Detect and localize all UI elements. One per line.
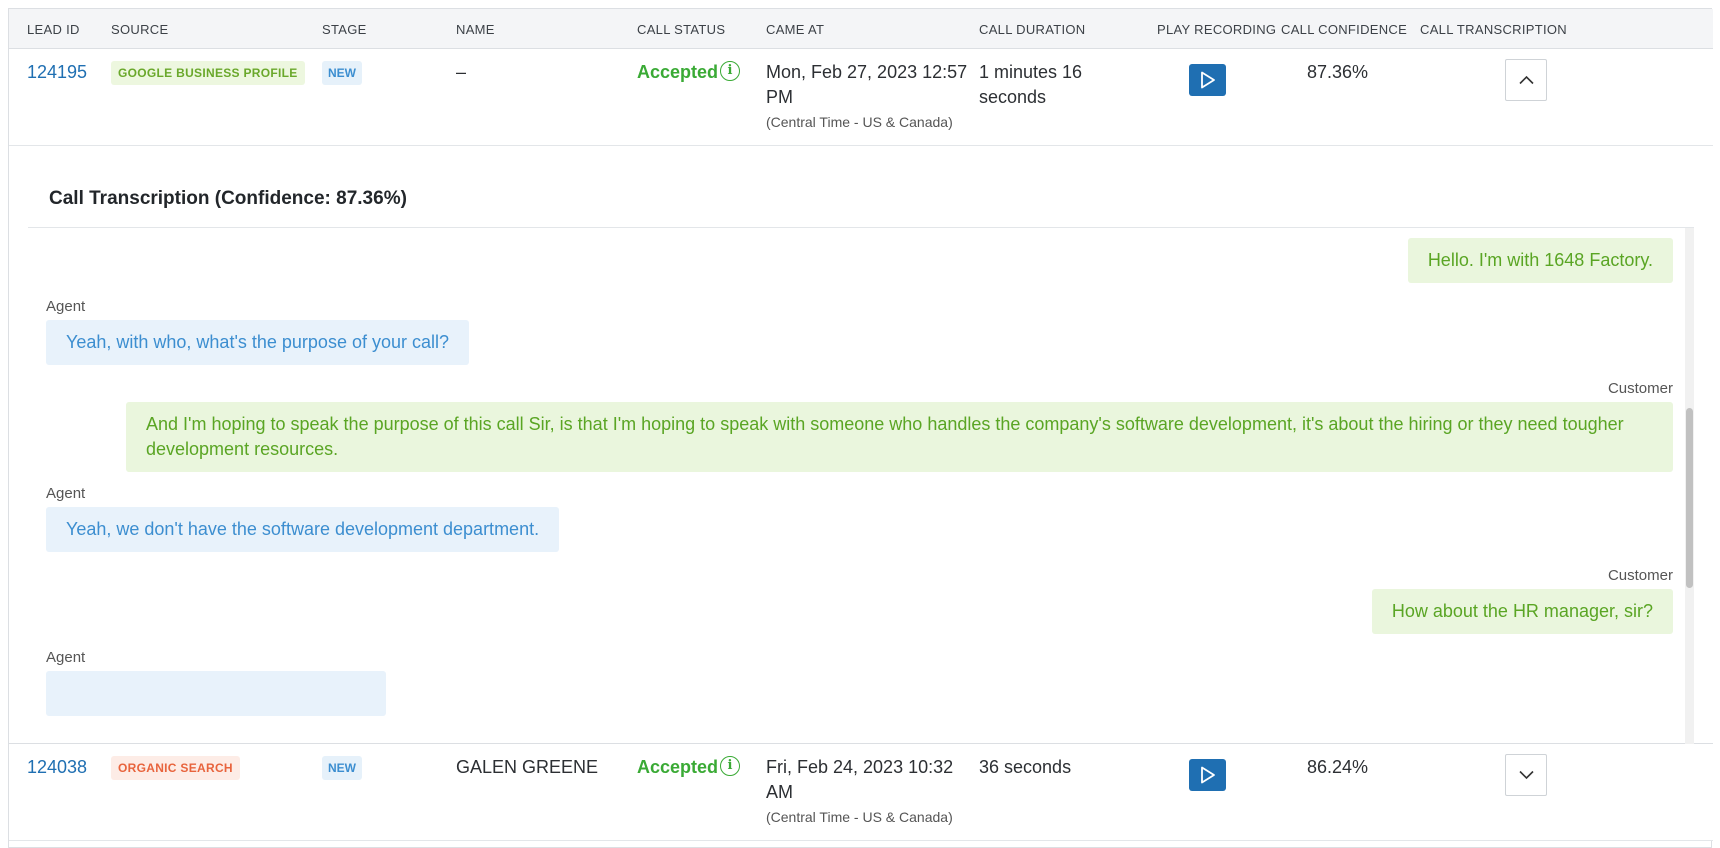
col-call-status[interactable]: CALL STATUS [637, 22, 725, 37]
col-stage[interactable]: STAGE [322, 22, 367, 37]
customer-message: Hello. I'm with 1648 Factory. [1407, 238, 1673, 283]
speaker-label: Agent [46, 649, 86, 666]
col-came-at[interactable]: CAME AT [766, 22, 824, 37]
play-recording-button[interactable] [1189, 759, 1226, 791]
info-icon[interactable]: i [720, 61, 740, 81]
chevron-down-icon [1519, 770, 1534, 780]
call-status: Accepted [637, 62, 719, 82]
info-icon[interactable]: i [720, 756, 740, 776]
came-at-timezone: (Central Time - US & Canada) [766, 114, 953, 130]
agent-message [46, 671, 386, 716]
speaker-label: Customer [1607, 567, 1673, 584]
col-source[interactable]: SOURCE [111, 22, 168, 37]
came-at: Mon, Feb 27, 2023 12:57 PM (Central Time… [766, 60, 976, 130]
lead-name: GALEN GREENE [456, 757, 599, 777]
came-at-datetime: Fri, Feb 24, 2023 10:32 AM [766, 757, 954, 802]
agent-message: Yeah, we don't have the software develop… [46, 507, 560, 552]
stage-badge: NEW [322, 756, 362, 780]
call-duration: 1 minutes 16 seconds [979, 62, 1083, 107]
lead-id-link[interactable]: 124038 [27, 757, 87, 778]
expand-transcription-button[interactable] [1505, 754, 1547, 796]
play-icon [1201, 766, 1215, 784]
source-badge: GOOGLE BUSINESS PROFILE [111, 61, 305, 85]
col-name[interactable]: NAME [456, 22, 495, 37]
call-duration: 36 seconds [979, 757, 1072, 777]
stage-badge: NEW [322, 61, 362, 85]
chat-scrollbar[interactable] [1685, 228, 1694, 744]
agent-message: Yeah, with who, what's the purpose of yo… [46, 320, 470, 365]
leads-table: LEAD ID SOURCE STAGE NAME CALL STATUS CA… [8, 8, 1713, 848]
call-status: Accepted [637, 757, 719, 777]
transcription-chat[interactable]: Hello. I'm with 1648 Factory. Agent Yeah… [28, 228, 1694, 744]
col-call-confidence[interactable]: CALL CONFIDENCE [1281, 22, 1407, 37]
col-call-transcription[interactable]: CALL TRANSCRIPTION [1420, 22, 1567, 37]
speaker-label: Agent [46, 485, 86, 502]
col-play-recording[interactable]: PLAY RECORDING [1157, 22, 1276, 37]
came-at-datetime: Mon, Feb 27, 2023 12:57 PM [766, 62, 968, 107]
call-confidence: 87.36% [1307, 62, 1369, 82]
customer-message: And I'm hoping to speak the purpose of t… [126, 402, 1673, 472]
came-at: Fri, Feb 24, 2023 10:32 AM (Central Time… [766, 755, 976, 825]
came-at-timezone: (Central Time - US & Canada) [766, 809, 953, 825]
speaker-label: Customer [1607, 380, 1673, 397]
lead-id-link[interactable]: 124195 [27, 62, 87, 83]
speaker-label: Agent [46, 298, 86, 315]
chevron-up-icon [1519, 75, 1534, 85]
play-recording-button[interactable] [1189, 64, 1226, 96]
source-badge: ORGANIC SEARCH [111, 756, 240, 780]
table-header: LEAD ID SOURCE STAGE NAME CALL STATUS CA… [9, 9, 1713, 49]
play-icon [1201, 71, 1215, 89]
transcription-title: Call Transcription (Confidence: 87.36%) [49, 188, 407, 209]
table-row: 124038 ORGANIC SEARCH NEW GALEN GREENE A… [9, 744, 1713, 841]
col-call-duration[interactable]: CALL DURATION [979, 22, 1085, 37]
table-row: 124195 GOOGLE BUSINESS PROFILE NEW – Acc… [9, 49, 1713, 146]
transcription-panel: Call Transcription (Confidence: 87.36%) … [9, 146, 1713, 744]
collapse-transcription-button[interactable] [1505, 59, 1547, 101]
col-lead-id[interactable]: LEAD ID [27, 22, 80, 37]
call-confidence: 86.24% [1307, 757, 1369, 777]
scrollbar-thumb[interactable] [1686, 408, 1693, 588]
customer-message: How about the HR manager, sir? [1371, 589, 1673, 634]
lead-name: – [456, 62, 467, 82]
